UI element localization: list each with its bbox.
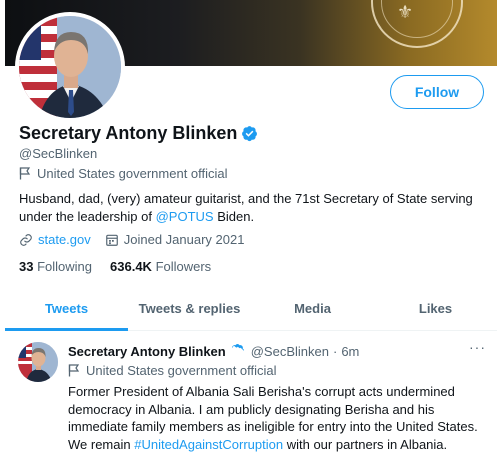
tweet-separator: ·	[332, 344, 338, 359]
seal-inner-ring	[381, 0, 453, 38]
follow-counts: 33 Following 636.4K Followers	[19, 259, 211, 274]
bio-text-end: Biden.	[213, 209, 255, 224]
profile-handle: @SecBlinken	[19, 146, 98, 161]
seal-emblem-icon: ⚜	[397, 2, 414, 22]
flag-icon	[19, 167, 31, 180]
tweet-text-end: with our partners in Albania.	[283, 436, 448, 452]
follow-button[interactable]: Follow	[390, 75, 484, 109]
tweet-author-handle[interactable]: @SecBlinken	[251, 344, 329, 359]
tweet-verified-badge-icon	[230, 343, 247, 360]
followers-count: 636.4K	[110, 259, 152, 274]
government-label-text: United States government official	[37, 166, 228, 181]
followers-label: Followers	[155, 259, 212, 274]
following-label: Following	[37, 259, 93, 274]
link-icon	[20, 233, 32, 246]
tweet-government-label[interactable]: United States government official	[68, 363, 277, 378]
website-link[interactable]: state.gov	[38, 232, 91, 247]
tab-likes[interactable]: Likes	[374, 287, 497, 330]
state-department-seal: ⚜	[371, 0, 463, 48]
tab-media[interactable]: Media	[251, 287, 374, 330]
avatar-photo	[19, 16, 121, 118]
website-item[interactable]: state.gov	[19, 232, 91, 247]
tweet-flag-icon	[68, 364, 80, 377]
profile-avatar[interactable]	[15, 12, 125, 122]
more-options-icon[interactable]: ···	[469, 339, 486, 355]
tweet-header: Secretary Antony Blinken @SecBlinken · 6…	[68, 343, 359, 360]
profile-bio: Husband, dad, (very) amateur guitarist, …	[19, 190, 489, 226]
calendar-icon	[105, 234, 118, 246]
tweet-author-name[interactable]: Secretary Antony Blinken	[68, 344, 226, 359]
profile-display-name: Secretary Antony Blinken	[19, 123, 258, 144]
government-label[interactable]: United States government official	[19, 166, 228, 181]
following-link[interactable]: 33 Following	[19, 259, 92, 274]
tweet-avatar[interactable]	[18, 342, 58, 382]
followers-link[interactable]: 636.4K Followers	[110, 259, 211, 274]
tweet-body: Former President of Albania Sali Berisha…	[68, 383, 488, 453]
joined-item: Joined January 2021	[105, 232, 245, 247]
profile-tabs: Tweets Tweets & replies Media Likes	[5, 287, 497, 331]
tweet-item[interactable]: Secretary Antony Blinken @SecBlinken · 6…	[5, 331, 497, 475]
profile-name-text: Secretary Antony Blinken	[19, 123, 238, 143]
profile-meta: state.gov Joined January 2021	[19, 232, 258, 247]
tweet-avatar-photo	[18, 342, 58, 382]
potus-mention-link[interactable]: @POTUS	[156, 209, 214, 224]
verified-badge-icon[interactable]	[241, 125, 258, 142]
hashtag-link[interactable]: #UnitedAgainstCorruption	[134, 437, 283, 452]
tweet-timestamp[interactable]: 6m	[341, 344, 359, 359]
joined-date: Joined January 2021	[123, 232, 245, 247]
tab-tweets[interactable]: Tweets	[5, 287, 128, 331]
tab-tweets-and-replies[interactable]: Tweets & replies	[128, 287, 251, 330]
following-count: 33	[19, 259, 34, 274]
tweet-government-label-text: United States government official	[86, 363, 277, 378]
